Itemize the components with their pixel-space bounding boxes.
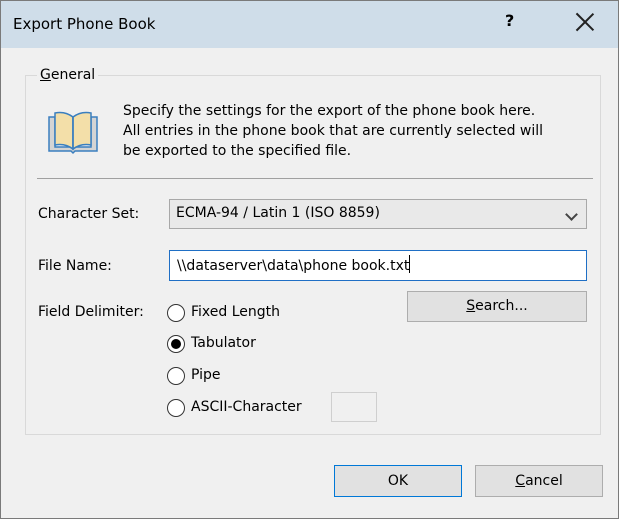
general-group-legend: General [37, 67, 99, 83]
help-button[interactable]: ? [505, 11, 514, 30]
file-name-value: \\dataserver\data\phone book.txt [177, 258, 410, 274]
character-set-label: Character Set: [38, 206, 140, 222]
radio-pipe-label[interactable]: Pipe [191, 367, 221, 383]
description-line: Specify the settings for the export of t… [123, 103, 536, 119]
chevron-down-icon [565, 208, 578, 221]
title-bar[interactable]: Export Phone Book ? [1, 1, 618, 48]
cancel-button[interactable]: Cancel [475, 465, 603, 497]
export-phone-book-dialog: Export Phone Book ? General Specify the … [0, 0, 619, 519]
ascii-character-input[interactable] [331, 392, 377, 422]
close-icon[interactable] [573, 10, 597, 34]
file-name-label: File Name: [38, 258, 112, 274]
radio-fixed-length-label[interactable]: Fixed Length [191, 304, 280, 320]
open-book-icon [48, 111, 98, 155]
description-line: All entries in the phone book that are c… [123, 123, 544, 139]
search-button[interactable]: Search... [407, 291, 587, 322]
radio-ascii-character[interactable] [167, 399, 185, 417]
description-text: Specify the settings for the export of t… [123, 101, 593, 161]
text-caret [409, 255, 411, 273]
character-set-value: ECMA-94 / Latin 1 (ISO 8859) [176, 205, 380, 221]
character-set-select[interactable]: ECMA-94 / Latin 1 (ISO 8859) [169, 199, 587, 229]
radio-ascii-character-label[interactable]: ASCII-Character [191, 399, 302, 415]
description-line: be exported to the specified file. [123, 143, 352, 159]
radio-pipe[interactable] [167, 367, 185, 385]
ok-button[interactable]: OK [334, 465, 462, 497]
radio-tabulator[interactable] [167, 335, 185, 353]
radio-fixed-length[interactable] [167, 304, 185, 322]
file-name-input[interactable]: \\dataserver\data\phone book.txt [169, 250, 587, 281]
radio-tabulator-label[interactable]: Tabulator [191, 335, 256, 351]
separator [37, 178, 593, 179]
window-title: Export Phone Book [13, 15, 156, 33]
field-delimiter-label: Field Delimiter: [38, 304, 144, 320]
